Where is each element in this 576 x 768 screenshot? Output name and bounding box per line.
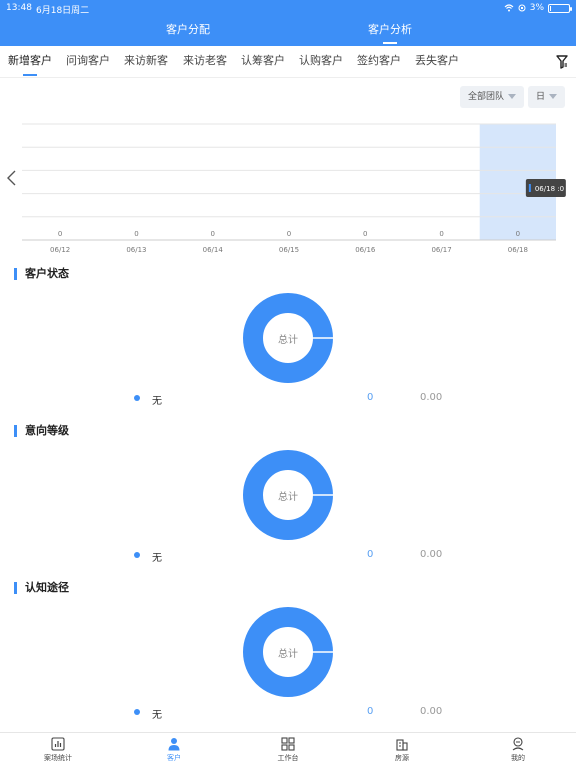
nav-mine[interactable]: 我的 bbox=[478, 737, 558, 763]
tab-customer-analysis[interactable]: 客户分析 bbox=[352, 20, 428, 46]
legend-name: 无 bbox=[152, 553, 162, 564]
tab-new-visitors[interactable]: 来访新客 bbox=[124, 46, 168, 78]
nav-label: 我的 bbox=[511, 754, 525, 762]
nav-label: 工作台 bbox=[277, 754, 299, 762]
x-tick-label: 06/13 bbox=[126, 246, 146, 254]
tab-label: 认购客户 bbox=[299, 54, 343, 67]
wifi-icon bbox=[504, 4, 514, 12]
tab-label: 丢失客户 bbox=[415, 54, 459, 67]
nav-label: 客户 bbox=[167, 754, 181, 762]
filter-icon[interactable] bbox=[556, 55, 568, 69]
x-tick-label: 06/12 bbox=[50, 246, 70, 254]
nav-label: 房源 bbox=[395, 754, 409, 762]
nav-label: 案场统计 bbox=[44, 754, 72, 762]
battery-percent: 3% bbox=[529, 3, 544, 13]
bar-value-label: 0 bbox=[439, 230, 443, 238]
nav-properties[interactable]: 房源 bbox=[362, 737, 442, 763]
section-title-awareness-channel: 认知途径 bbox=[14, 582, 69, 594]
legend-count: 0 bbox=[367, 549, 374, 560]
category-active-indicator bbox=[23, 74, 37, 76]
tab-customer-analysis-label: 客户分析 bbox=[368, 23, 412, 36]
tab-label: 来访老客 bbox=[183, 54, 227, 67]
tab-inquiry-customers[interactable]: 问询客户 bbox=[66, 46, 110, 78]
active-tab-indicator bbox=[383, 42, 397, 44]
trend-chart: 0 06/12 0 06/13 0 06/14 0 06/15 0 06/16 0 06/17 0 06/… bbox=[22, 123, 566, 254]
tooltip-marker bbox=[528, 184, 531, 192]
status-bar: 13:48 6月18日周二 3% bbox=[0, 0, 576, 16]
tab-returning-visitors[interactable]: 来访老客 bbox=[183, 46, 227, 78]
x-tick-label: 06/18 bbox=[508, 246, 528, 254]
bar-value-label: 0 bbox=[516, 230, 520, 238]
x-tick-label: 06/14 bbox=[203, 246, 224, 254]
status-right: 3% bbox=[504, 3, 572, 13]
tab-subscription-customers[interactable]: 认筹客户 bbox=[241, 46, 285, 78]
nav-site-statistics[interactable]: 案场统计 bbox=[18, 737, 98, 763]
status-time: 13:48 bbox=[6, 3, 32, 13]
legend-count: 0 bbox=[367, 706, 374, 717]
legend-dot bbox=[134, 709, 140, 715]
section-title-intent-level: 意向等级 bbox=[14, 425, 69, 437]
grid-icon bbox=[281, 737, 295, 751]
category-tab-bar: 新增客户 问询客户 来访新客 来访老客 认筹客户 认购客户 签约客户 丢失客户 bbox=[0, 46, 576, 78]
x-tick-label: 06/15 bbox=[279, 246, 299, 254]
legend-count: 0 bbox=[367, 392, 374, 403]
tab-label: 新增客户 bbox=[8, 54, 52, 67]
bar-value-label: 0 bbox=[58, 230, 62, 238]
legend-percent: 0.00 bbox=[420, 549, 443, 560]
person-icon bbox=[168, 738, 180, 751]
bar-value-label: 0 bbox=[287, 230, 291, 238]
donut-center-label: 总计 bbox=[278, 334, 298, 346]
tooltip-text: 06/18 :0 bbox=[535, 185, 564, 193]
building-icon bbox=[396, 739, 408, 751]
profile-icon bbox=[512, 737, 524, 751]
header-bar: 13:48 6月18日周二 3% 客户分配 客户分析 bbox=[0, 0, 576, 46]
nav-customers[interactable]: 客户 bbox=[134, 737, 214, 763]
donut-center-label: 总计 bbox=[278, 491, 298, 503]
bar-value-label: 0 bbox=[134, 230, 138, 238]
tab-label: 问询客户 bbox=[66, 54, 110, 67]
bar-chart-icon bbox=[51, 737, 65, 751]
status-date: 6月18日周二 bbox=[36, 6, 90, 16]
donut-chart-awareness-channel: 总计 bbox=[242, 606, 334, 698]
bar-value-label: 0 bbox=[210, 230, 214, 238]
x-tick-label: 06/16 bbox=[355, 246, 376, 254]
tab-lost-customers[interactable]: 丢失客户 bbox=[415, 46, 459, 78]
tab-signed-customers[interactable]: 签约客户 bbox=[357, 46, 401, 78]
bar-value-label: 0 bbox=[363, 230, 367, 238]
battery-icon bbox=[548, 3, 572, 13]
legend-percent: 0.00 bbox=[420, 392, 443, 403]
orientation-lock-icon bbox=[518, 4, 526, 12]
legend-name: 无 bbox=[152, 710, 162, 721]
tab-new-customers[interactable]: 新增客户 bbox=[8, 46, 52, 78]
tab-label: 签约客户 bbox=[357, 54, 401, 67]
tab-label: 认筹客户 bbox=[241, 54, 285, 67]
legend-dot bbox=[134, 552, 140, 558]
donut-chart-intent-level: 总计 bbox=[242, 449, 334, 541]
legend-percent: 0.00 bbox=[420, 706, 443, 717]
tab-purchase-customers[interactable]: 认购客户 bbox=[299, 46, 343, 78]
bottom-nav: 案场统计 客户 工作台 房源 我的 bbox=[0, 732, 576, 768]
nav-workbench[interactable]: 工作台 bbox=[248, 737, 328, 763]
section-title-customer-status: 客户状态 bbox=[14, 268, 69, 280]
donut-chart-customer-status: 总计 bbox=[242, 292, 334, 384]
tab-label: 来访新客 bbox=[124, 54, 168, 67]
trend-chart-panel: 全部团队 日 0 06/12 0 06/13 0 06/14 0 06/15 0 06/16 0 06… bbox=[0, 78, 576, 258]
x-tick-label: 06/17 bbox=[431, 246, 451, 254]
tab-customer-allocation-label: 客户分配 bbox=[166, 23, 210, 36]
legend-dot bbox=[134, 395, 140, 401]
donut-center-label: 总计 bbox=[278, 648, 298, 660]
legend-name: 无 bbox=[152, 396, 162, 407]
tab-customer-allocation[interactable]: 客户分配 bbox=[150, 20, 226, 46]
